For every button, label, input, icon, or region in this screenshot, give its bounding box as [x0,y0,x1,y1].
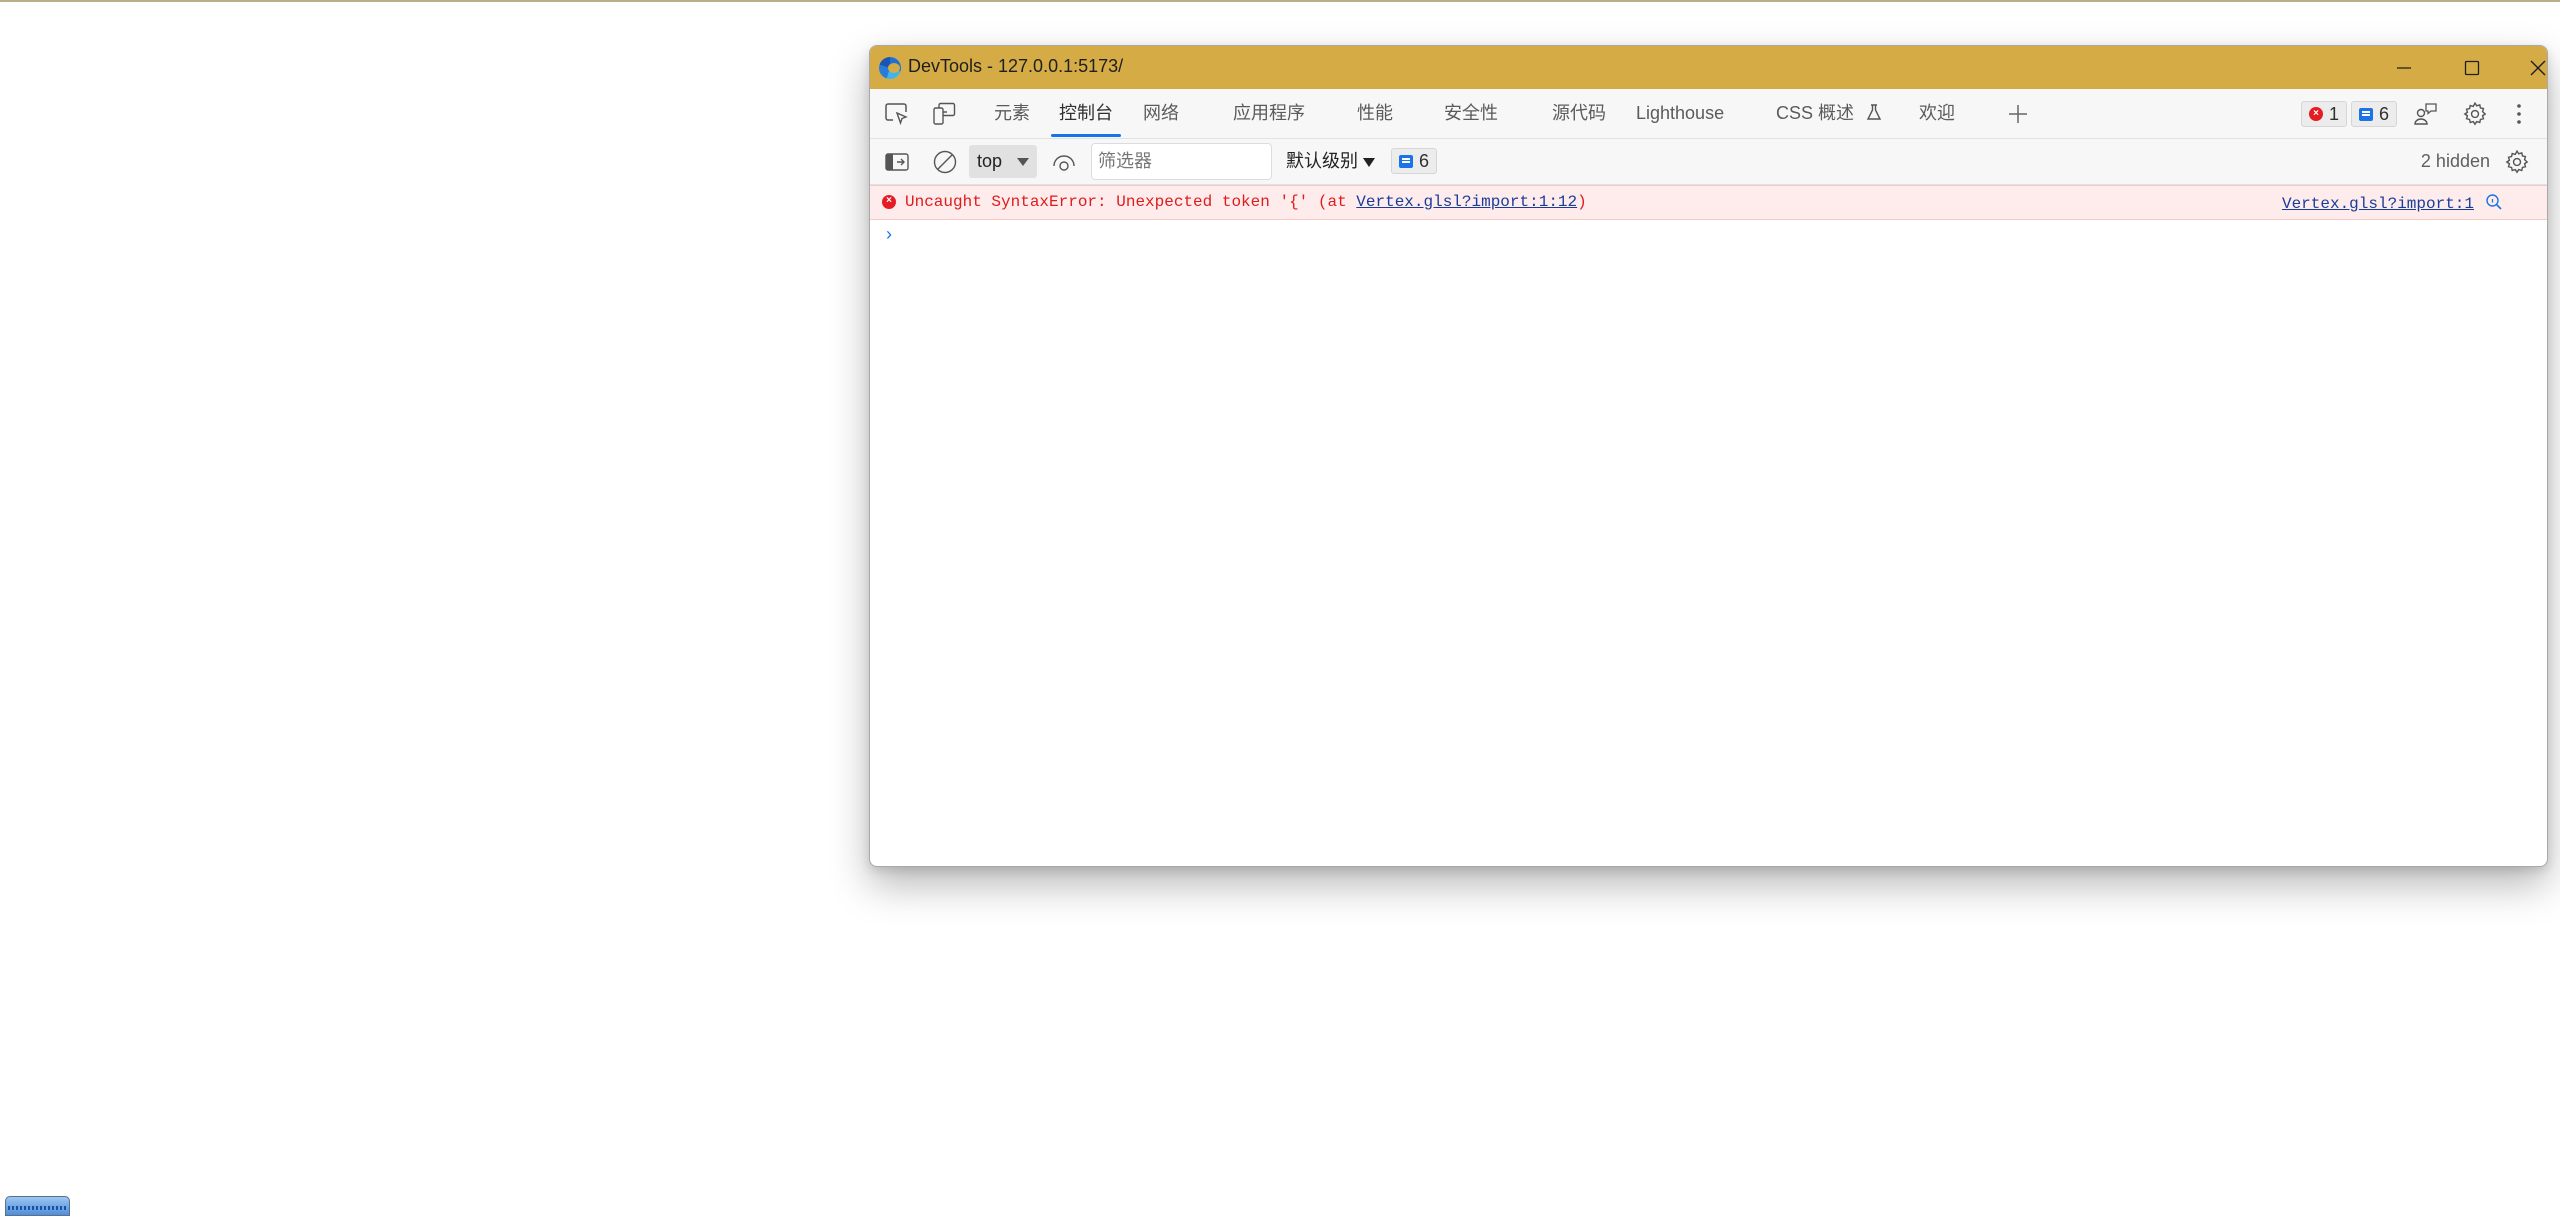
console-message-count-badge[interactable]: 6 [1391,148,1438,174]
tab-sources[interactable]: 源代码 [1552,89,1606,138]
sidebar-toggle-icon [885,153,909,171]
settings-icon [2463,101,2487,126]
error-count: 1 [2329,103,2340,124]
edge-logo-icon [879,57,901,79]
message-count: 6 [2379,103,2390,124]
feedback-icon [2414,103,2437,125]
add-tab-button[interactable] [2005,101,2031,127]
minimize-button[interactable] [2376,46,2432,89]
tab-security[interactable]: 安全性 [1444,89,1498,138]
context-value: top [977,151,1003,171]
more-options-icon [2517,104,2521,124]
tab-network[interactable]: 网络 [1143,89,1179,138]
tab-application[interactable]: 应用程序 [1233,89,1305,138]
close-icon [2530,60,2546,75]
clear-console-icon [933,150,957,174]
message-icon [1399,154,1413,168]
log-level-select[interactable]: 默认级别 [1286,139,1375,184]
close-button[interactable] [2510,46,2547,89]
more-options-button[interactable] [2506,101,2532,127]
console-prompt[interactable]: › [886,224,892,245]
console-error-message: × Uncaught SyntaxError: Unexpected token… [870,185,2547,220]
device-toolbar-icon [933,102,956,125]
tab-lighthouse[interactable]: Lighthouse [1636,89,1724,138]
flask-icon [1866,104,1882,120]
desktop-app-icon[interactable] [5,1196,70,1216]
maximize-button[interactable] [2444,46,2500,89]
devtools-window: DevTools - 127.0.0.1:5173/ 元素 控制台 网络 应用程… [869,45,2548,867]
message-icon [2359,107,2373,121]
error-text: Uncaught SyntaxError: Unexpected token '… [905,193,1587,211]
tab-welcome[interactable]: 欢迎 [1919,89,1955,138]
console-settings-button[interactable] [2504,149,2530,175]
feedback-button[interactable] [2413,101,2439,127]
device-toolbar-button[interactable] [932,101,958,127]
settings-icon [2505,149,2529,174]
error-icon: × [882,195,896,209]
plus-icon [2009,105,2027,123]
inspect-element-icon [885,103,908,126]
error-count-badge[interactable]: × 1 [2301,101,2348,127]
live-expression-button[interactable] [1051,149,1077,175]
minimize-icon [2397,66,2411,69]
top-border [0,0,2560,2]
execution-context-select[interactable]: top [969,145,1037,178]
maximize-icon [2464,60,2480,75]
inspect-element-button[interactable] [884,101,910,127]
error-location-link[interactable]: Vertex.glsl?import:1:12 [1356,193,1577,211]
error-source-link[interactable]: Vertex.glsl?import:1 [2282,195,2474,213]
error-message-suffix: ) [1577,193,1587,211]
tab-elements[interactable]: 元素 [994,89,1030,138]
chevron-down-icon [1017,158,1029,166]
eye-icon [1053,155,1075,171]
tab-performance[interactable]: 性能 [1357,89,1393,138]
error-message-text: Uncaught SyntaxError: Unexpected token '… [905,193,1357,211]
hidden-messages-count: 2 hidden [2420,151,2490,171]
settings-button[interactable] [2462,101,2488,127]
clear-console-button[interactable] [932,149,958,175]
console-toolbar: top 默认级别 6 2 hidden [870,139,2547,185]
title-bar[interactable]: DevTools - 127.0.0.1:5173/ [870,46,2547,89]
window-title: DevTools - 127.0.0.1:5173/ [908,56,1124,76]
message-count-badge[interactable]: 6 [2351,101,2398,127]
tab-css-overview-label: CSS 概述 [1776,103,1855,123]
console-message-count: 6 [1419,150,1430,171]
filter-input[interactable] [1091,143,1272,180]
error-icon: × [2309,107,2323,121]
chevron-down-icon [1363,157,1375,167]
tab-console[interactable]: 控制台 [1051,89,1121,138]
log-level-value: 默认级别 [1286,151,1358,171]
tab-css-overview[interactable]: CSS 概述 [1776,89,1883,138]
search-insights-icon[interactable] [2485,193,2503,211]
panel-tab-bar: 元素 控制台 网络 应用程序 性能 安全性 源代码 Lighthouse CSS… [870,89,2547,139]
show-sidebar-button[interactable] [884,149,910,175]
